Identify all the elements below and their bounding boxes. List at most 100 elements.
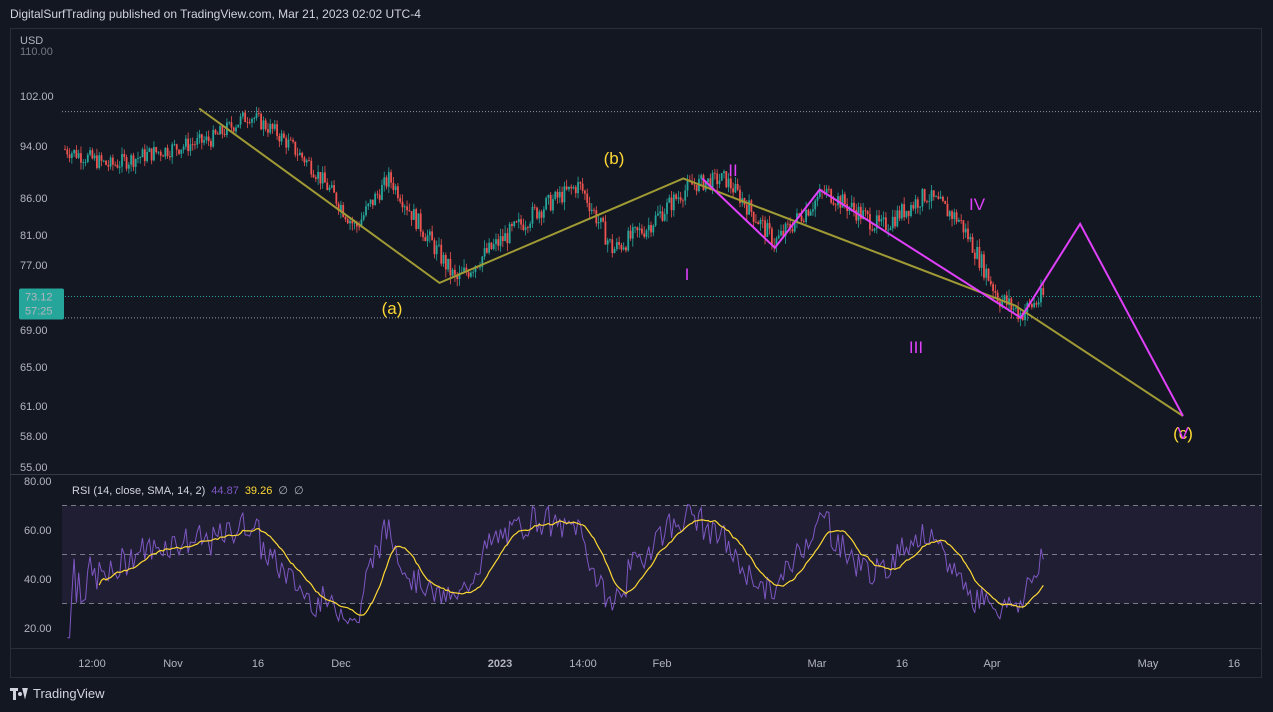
candle-body — [531, 206, 534, 224]
candle — [631, 223, 634, 247]
candle — [308, 156, 310, 162]
candle — [629, 224, 632, 241]
candle — [385, 175, 388, 190]
candle — [362, 211, 365, 222]
candle-body — [971, 237, 974, 253]
candle — [130, 153, 133, 172]
candle-body — [86, 154, 89, 162]
candle — [255, 106, 258, 121]
candle — [64, 145, 66, 151]
candle-body — [611, 239, 614, 253]
candle-body — [725, 171, 728, 188]
candle-body — [529, 223, 532, 228]
candle-body — [1030, 304, 1033, 308]
candle — [125, 154, 128, 172]
candle — [663, 208, 666, 222]
candle-body — [221, 126, 224, 134]
candle — [549, 191, 552, 212]
candle — [916, 196, 919, 214]
candle — [157, 151, 160, 155]
candle — [260, 112, 263, 131]
candle-body — [451, 269, 454, 276]
candle-body — [64, 149, 66, 151]
candle-body — [148, 148, 151, 152]
candle — [96, 148, 98, 170]
candle-body — [378, 194, 381, 200]
chart-canvas[interactable]: USD110.00102.0094.0086.0081.0077.0069.00… — [0, 0, 1273, 712]
candle — [431, 225, 434, 241]
candle-body — [976, 246, 979, 259]
candle — [198, 129, 201, 144]
candle-body — [935, 196, 937, 198]
candle — [210, 138, 212, 151]
candle-body — [410, 211, 413, 220]
candle-body — [251, 118, 253, 123]
candle-body — [894, 216, 896, 227]
candle-body — [447, 258, 449, 270]
candle-body — [834, 204, 837, 206]
candle — [89, 146, 91, 157]
candle — [98, 151, 101, 170]
candle-body — [634, 227, 636, 228]
candle — [102, 159, 105, 163]
candle — [314, 175, 317, 182]
candle — [527, 225, 529, 233]
candle-body — [723, 171, 725, 174]
candle — [296, 147, 299, 161]
candle-body — [816, 196, 819, 201]
candle — [533, 203, 536, 210]
candle-body — [766, 223, 769, 237]
candle-body — [540, 211, 543, 218]
time-tick-label: Apr — [983, 658, 1000, 670]
candle-body — [536, 207, 538, 219]
candle-body — [618, 242, 621, 245]
candle-body — [365, 206, 367, 216]
candle-body — [223, 133, 226, 135]
candle — [723, 169, 725, 179]
candle — [408, 203, 411, 212]
candle-body — [695, 185, 698, 192]
candle — [859, 203, 862, 225]
candle — [369, 199, 372, 207]
candle-body — [399, 198, 402, 202]
candle — [257, 107, 260, 117]
candle-body — [328, 187, 331, 191]
candle — [741, 191, 744, 207]
candle — [777, 229, 780, 240]
candle-body — [91, 150, 94, 159]
candle — [955, 209, 958, 225]
candle-body — [301, 152, 304, 158]
candle — [324, 165, 326, 183]
candle-body — [987, 268, 990, 281]
candle-body — [497, 239, 500, 246]
tradingview-brand[interactable]: TradingView — [10, 686, 105, 701]
candle — [565, 179, 568, 191]
candle — [433, 237, 436, 259]
candle — [980, 251, 983, 277]
candle-body — [102, 160, 105, 162]
candle-body — [745, 204, 748, 215]
candle-body — [517, 219, 520, 222]
candle — [1010, 296, 1013, 319]
candle — [305, 158, 308, 167]
candle — [511, 221, 513, 232]
candle-body — [362, 215, 365, 220]
candle-body — [82, 162, 85, 164]
rsi-legend-extra: ∅ — [278, 485, 288, 497]
candle-body — [631, 227, 634, 239]
candle — [878, 210, 880, 227]
candle-body — [326, 182, 329, 191]
candle-body — [488, 242, 491, 253]
candle — [340, 200, 342, 219]
candle — [139, 156, 142, 164]
candle-body — [750, 200, 753, 212]
candle-body — [891, 216, 894, 229]
candle — [942, 195, 944, 203]
candle — [495, 233, 497, 252]
candle — [894, 210, 896, 229]
time-tick-label: 16 — [1228, 658, 1240, 670]
candle — [454, 264, 456, 282]
candle-body — [335, 192, 338, 204]
candle — [463, 259, 465, 274]
candle-body — [146, 151, 148, 162]
